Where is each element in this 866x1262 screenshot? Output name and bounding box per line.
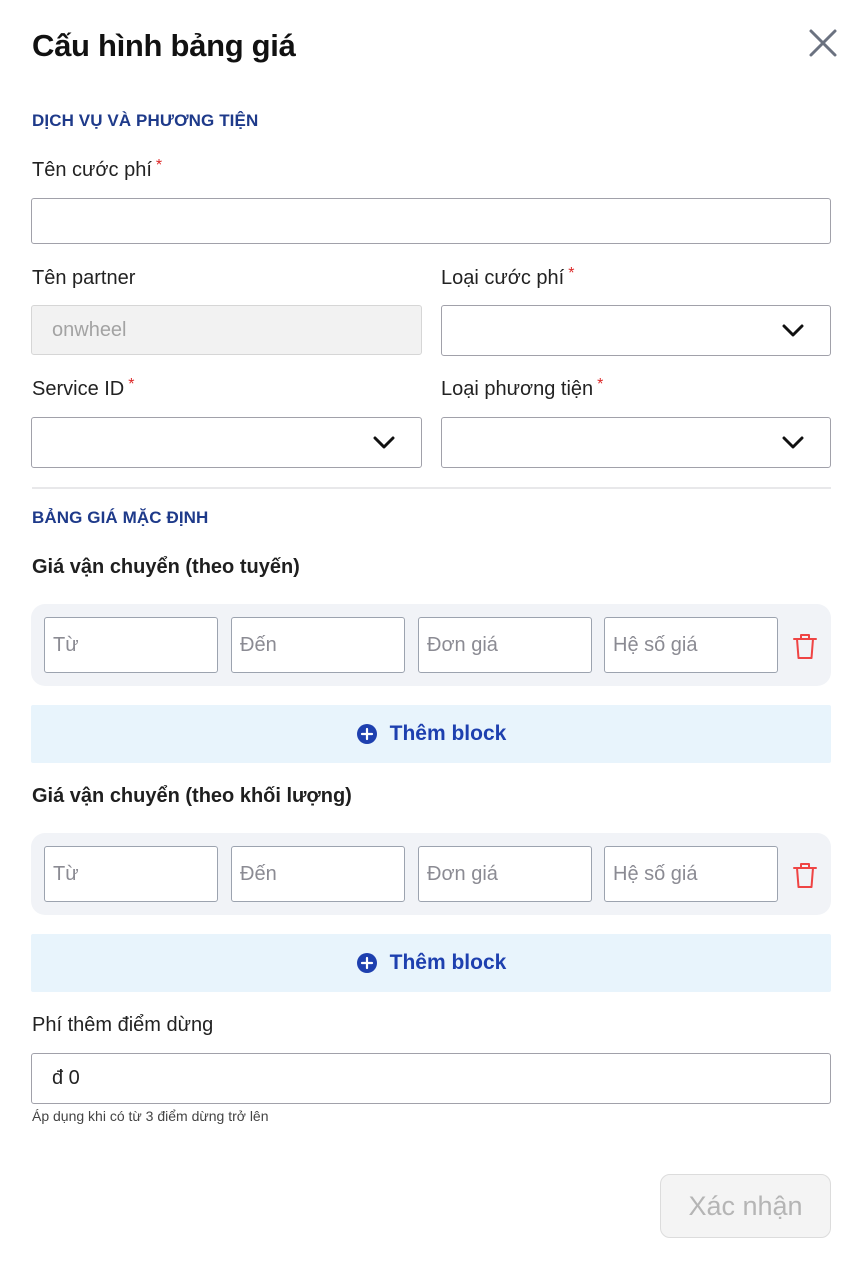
route-pricing-title: Giá vận chuyển (theo tuyến): [32, 556, 300, 578]
fee-type-select[interactable]: [441, 305, 831, 356]
weight-pricing-block: Từ Đến Đơn giá Hệ số giá: [31, 833, 831, 915]
section-divider: [32, 487, 831, 489]
service-id-label-text: Service ID: [32, 378, 125, 400]
service-id-label: Service ID *: [32, 376, 135, 401]
required-mark: *: [155, 157, 163, 174]
required-mark: *: [128, 376, 135, 393]
chevron-down-icon: [373, 436, 395, 448]
fee-name-label-text: Tên cước phí: [32, 159, 152, 181]
trash-icon[interactable]: [792, 861, 818, 889]
route-from-input[interactable]: Từ: [44, 617, 218, 673]
route-add-block-button[interactable]: Thêm block: [31, 705, 831, 763]
section-heading-service: DỊCH VỤ VÀ PHƯƠNG TIỆN: [32, 111, 259, 130]
chevron-down-icon: [782, 436, 804, 448]
section-heading-default-pricing: BẢNG GIÁ MẶC ĐỊNH: [32, 508, 209, 527]
close-button[interactable]: [806, 26, 840, 60]
fee-name-label: Tên cước phí *: [32, 157, 163, 182]
plus-circle-icon: [356, 953, 377, 973]
stop-fee-input[interactable]: đ 0: [31, 1053, 831, 1104]
close-icon: [809, 29, 837, 57]
fee-type-label-text: Loại cước phí: [441, 267, 565, 289]
partner-name-label: Tên partner: [32, 267, 136, 289]
required-mark: *: [597, 376, 604, 393]
stop-fee-hint: Áp dụng khi có từ 3 điểm dừng trở lên: [32, 1108, 269, 1124]
modal-title: Cấu hình bảng giá: [32, 28, 296, 63]
weight-add-block-button[interactable]: Thêm block: [31, 934, 831, 992]
weight-pricing-title: Giá vận chuyển (theo khối lượng): [32, 785, 352, 807]
route-add-block-label: Thêm block: [389, 722, 507, 745]
chevron-down-icon: [782, 324, 804, 336]
plus-circle-icon: [356, 724, 377, 744]
partner-name-input: onwheel: [31, 305, 422, 355]
route-to-input[interactable]: Đến: [231, 617, 405, 673]
weight-coefficient-input[interactable]: Hệ số giá: [604, 846, 778, 902]
fee-name-input[interactable]: [31, 198, 831, 244]
vehicle-type-label: Loại phương tiện *: [441, 376, 604, 401]
route-coefficient-input[interactable]: Hệ số giá: [604, 617, 778, 673]
required-mark: *: [568, 265, 575, 282]
stop-fee-label: Phí thêm điểm dừng: [32, 1014, 214, 1036]
weight-add-block-label: Thêm block: [389, 951, 507, 974]
vehicle-type-select[interactable]: [441, 417, 831, 468]
weight-from-input[interactable]: Từ: [44, 846, 218, 902]
vehicle-type-label-text: Loại phương tiện: [441, 378, 594, 400]
weight-unit-price-input[interactable]: Đơn giá: [418, 846, 592, 902]
fee-type-label: Loại cước phí *: [441, 265, 575, 290]
route-unit-price-input[interactable]: Đơn giá: [418, 617, 592, 673]
weight-to-input[interactable]: Đến: [231, 846, 405, 902]
trash-icon[interactable]: [792, 632, 818, 660]
service-id-select[interactable]: [31, 417, 422, 468]
confirm-button[interactable]: Xác nhận: [660, 1174, 831, 1238]
route-pricing-block: Từ Đến Đơn giá Hệ số giá: [31, 604, 831, 686]
